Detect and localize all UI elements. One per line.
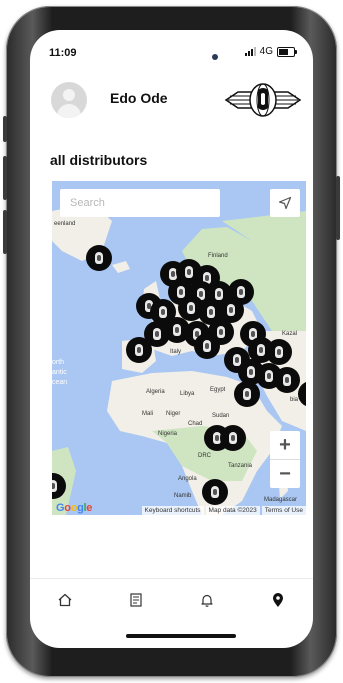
map-label-sea-3: cean (52, 379, 68, 386)
keyboard-shortcuts-link[interactable]: Keyboard shortcuts (141, 506, 204, 515)
map-pin-icon (272, 593, 283, 607)
map-label-egypt: Egypt (210, 387, 226, 393)
app-screen: 11:09 4G Edo Ode all distributors eenlan… (30, 30, 313, 648)
distributor-marker[interactable] (86, 245, 112, 271)
map-label-namibia: Namib (174, 493, 192, 499)
volume-down-button (3, 210, 7, 254)
section-title: all distributors (50, 152, 148, 168)
zoom-in-button[interactable]: + (270, 431, 300, 459)
map-label-arabia: bia (290, 397, 299, 403)
zoom-controls: + − (270, 431, 300, 488)
user-avatar-icon[interactable] (51, 82, 87, 118)
map-label-greenland: eenland (54, 221, 76, 227)
status-bar: 11:09 4G (30, 30, 313, 76)
distributor-marker[interactable] (266, 339, 292, 365)
power-button (336, 176, 340, 240)
distributor-marker[interactable] (234, 381, 260, 407)
battery-icon (277, 46, 297, 57)
nav-catalog[interactable] (116, 585, 156, 615)
home-indicator (126, 634, 236, 638)
distributor-marker[interactable] (274, 367, 300, 393)
map-label-nigeria: Nigeria (158, 431, 178, 437)
map-search-box[interactable] (60, 189, 220, 217)
distributors-map[interactable]: eenland Finland Kazal Italy orth antic c… (52, 181, 306, 515)
terms-of-use-link[interactable]: Terms of Use (261, 506, 306, 515)
map-search-input[interactable] (60, 189, 220, 217)
map-data-link[interactable]: Map data ©2023 (205, 506, 260, 515)
map-label-italy: Italy (170, 349, 182, 355)
globe-brand-logo (224, 83, 302, 117)
map-label-sea-2: antic (52, 369, 67, 376)
map-label-mali: Mali (142, 411, 154, 417)
map-label-drc: DRC (198, 453, 211, 459)
navigation-arrow-icon (278, 196, 292, 210)
nav-notifications[interactable] (187, 585, 227, 615)
mute-switch (3, 116, 7, 142)
map-label-angola: Angola (178, 476, 197, 482)
volume-up-button (3, 156, 7, 200)
distributor-marker[interactable] (202, 479, 228, 505)
map-label-sudan: Sudan (212, 413, 230, 419)
signal-icon (244, 47, 256, 56)
home-icon (58, 593, 72, 607)
nav-home[interactable] (45, 585, 85, 615)
map-label-sea-1: orth (52, 359, 65, 366)
network-type: 4G (259, 46, 273, 57)
username: Edo Ode (110, 90, 168, 106)
map-label-niger: Niger (166, 411, 181, 417)
status-indicators: 4G (244, 46, 297, 57)
distributor-marker[interactable] (194, 333, 220, 359)
bell-icon (201, 594, 213, 607)
map-label-algeria: Algeria (146, 389, 165, 395)
zoom-out-button[interactable]: − (270, 460, 300, 488)
map-label-libya: Libya (180, 391, 195, 397)
profile-header: Edo Ode (30, 76, 313, 132)
nav-map[interactable] (258, 585, 298, 615)
map-label-kazakhstan: Kazal (282, 331, 298, 337)
google-logo: Google (56, 502, 93, 514)
status-time: 11:09 (49, 47, 77, 59)
locate-me-button[interactable] (270, 189, 300, 217)
map-label-finland: Finland (208, 253, 228, 259)
catalog-icon (130, 593, 142, 607)
distributor-marker[interactable] (126, 337, 152, 363)
distributor-marker[interactable] (220, 425, 246, 451)
map-label-chad: Chad (188, 421, 203, 427)
bottom-navigation (30, 578, 313, 621)
map-label-tanzania: Tanzania (228, 463, 253, 469)
map-attribution: Google Keyboard shortcuts Map data ©2023… (52, 502, 306, 515)
